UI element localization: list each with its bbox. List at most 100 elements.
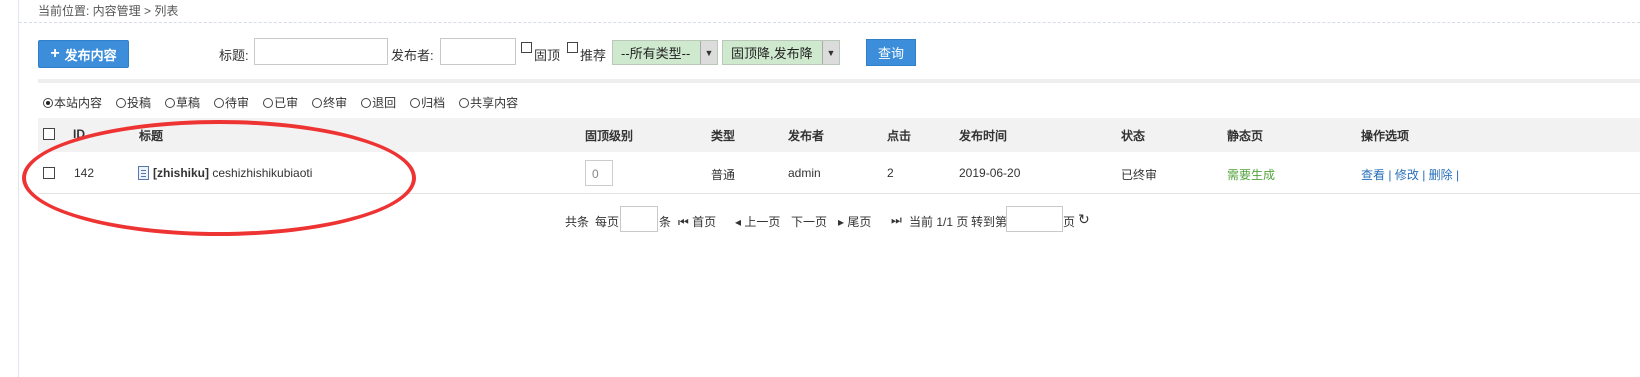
- row-title-prefix: [zhishiku]: [153, 166, 209, 180]
- header-top-level: 固顶级别: [585, 129, 634, 143]
- top-checkbox-label: 固顶: [534, 48, 561, 63]
- filter-radio-1[interactable]: 投稿: [116, 94, 151, 111]
- filter-radio-8[interactable]: 共享内容: [459, 94, 518, 111]
- row-divider: [38, 193, 1640, 194]
- breadcrumb-divider: [19, 22, 1640, 23]
- recommend-checkbox-label: 推荐: [580, 48, 607, 63]
- publish-content-label: 发布内容: [64, 47, 117, 63]
- pager-page-unit: 页: [1063, 215, 1076, 229]
- row-publisher: admin: [788, 166, 821, 180]
- action-separator: |: [1388, 168, 1392, 182]
- radio-circle-icon: [116, 97, 127, 108]
- edit-link[interactable]: 修改: [1395, 168, 1419, 182]
- header-clicks: 点击: [887, 129, 912, 143]
- filter-radio-label: 草稿: [176, 96, 201, 110]
- chevron-down-icon: ▼: [700, 41, 717, 64]
- last-page-link[interactable]: ▸ 尾页: [838, 213, 871, 230]
- radio-circle-icon: [263, 97, 274, 108]
- sort-select-value: 固顶降,发布降: [731, 46, 813, 61]
- filter-radio-label: 待审: [225, 96, 250, 110]
- sort-select[interactable]: 固顶降,发布降 ▼: [722, 40, 840, 65]
- next-page-icon: ▸: [838, 215, 845, 229]
- recommend-checkbox[interactable]: [567, 42, 578, 53]
- top-checkbox[interactable]: [521, 42, 532, 53]
- row-id: 142: [74, 166, 95, 180]
- delete-link[interactable]: 删除: [1429, 168, 1453, 182]
- header-id: ID: [73, 127, 85, 141]
- action-separator: |: [1422, 168, 1426, 182]
- radio-circle-icon: [410, 97, 421, 108]
- filter-radio-7[interactable]: 归档: [410, 94, 445, 111]
- type-select-value: --所有类型--: [621, 46, 691, 61]
- goto-page-input[interactable]: [1006, 206, 1063, 232]
- filter-radio-5[interactable]: 终审: [312, 94, 347, 111]
- radio-circle-icon: [214, 97, 225, 108]
- row-status: 已终审: [1121, 168, 1158, 182]
- filter-radio-2[interactable]: 草稿: [165, 94, 200, 111]
- row-static-page-status[interactable]: 需要生成: [1227, 166, 1275, 183]
- filter-radio-label: 投稿: [127, 96, 152, 110]
- last-page-icon[interactable]: ⏭: [891, 213, 902, 228]
- pager-unit: 条: [659, 215, 672, 229]
- last-page-label: 尾页: [847, 215, 872, 229]
- breadcrumb: 当前位置: 内容管理 > 列表: [38, 4, 179, 18]
- content-source-radio-group: 本站内容 投稿 草稿 待审 已审 终审 退回 归档 共享内容: [43, 94, 532, 111]
- filter-radio-label: 本站内容: [54, 96, 103, 110]
- top-level-input[interactable]: 0: [585, 160, 613, 186]
- pager-per-page-label: 每页: [595, 215, 620, 229]
- title-filter-label: 标题:: [219, 48, 249, 63]
- filter-radio-label: 终审: [323, 96, 348, 110]
- header-publish-time: 发布时间: [959, 129, 1008, 143]
- radio-circle-icon: [43, 97, 53, 108]
- prev-page-label: 上一页: [744, 215, 781, 229]
- filter-radio-label: 已审: [274, 96, 299, 110]
- row-checkbox[interactable]: [43, 167, 55, 179]
- next-page-link[interactable]: 下一页: [791, 213, 827, 230]
- row-title-text: ceshizhishikubiaoti: [212, 166, 313, 180]
- title-filter-input[interactable]: [254, 38, 388, 65]
- next-page-label: 下一页: [791, 215, 828, 229]
- chevron-down-icon: ▼: [822, 41, 839, 64]
- pager-current: 当前 1/1 页: [909, 215, 969, 229]
- prev-page-link[interactable]: ◂ 上一页: [735, 213, 780, 230]
- filter-radio-label: 归档: [421, 96, 446, 110]
- page-left-border: [18, 0, 19, 377]
- radio-circle-icon: [361, 97, 372, 108]
- first-page-icon: ⏮: [678, 215, 689, 229]
- header-static-page: 静态页: [1227, 129, 1264, 143]
- pager-goto-label: 转到第: [971, 215, 1008, 229]
- prev-page-icon: ◂: [735, 215, 742, 229]
- filter-radio-label: 共享内容: [470, 96, 519, 110]
- filter-radio-6[interactable]: 退回: [361, 94, 396, 111]
- header-actions: 操作选项: [1361, 129, 1410, 143]
- view-link[interactable]: 查看: [1361, 168, 1385, 182]
- type-select[interactable]: --所有类型-- ▼: [612, 40, 718, 65]
- filter-radio-0[interactable]: 本站内容: [43, 94, 102, 111]
- pager-total: 共条: [565, 215, 590, 229]
- header-publisher: 发布者: [788, 129, 825, 143]
- first-page-link[interactable]: ⏮ 首页: [678, 213, 716, 230]
- select-all-checkbox[interactable]: [43, 128, 55, 140]
- toolbar-divider: [38, 79, 1640, 83]
- plus-icon: +: [50, 45, 60, 62]
- per-page-input[interactable]: [620, 206, 658, 232]
- publisher-filter-input[interactable]: [440, 38, 516, 65]
- header-type: 类型: [711, 129, 736, 143]
- first-page-label: 首页: [692, 215, 717, 229]
- header-status: 状态: [1121, 129, 1146, 143]
- publish-content-button[interactable]: + 发布内容: [38, 40, 129, 68]
- row-title-link[interactable]: [zhishiku] ceshizhishikubiaoti: [153, 166, 312, 180]
- action-separator: |: [1456, 168, 1460, 182]
- row-clicks: 2: [887, 166, 894, 180]
- radio-circle-icon: [165, 97, 176, 108]
- row-publish-time: 2019-06-20: [959, 166, 1021, 180]
- radio-circle-icon: [459, 97, 470, 108]
- filter-radio-label: 退回: [372, 96, 397, 110]
- publisher-filter-label: 发布者:: [391, 48, 434, 63]
- row-type: 普通: [711, 168, 736, 182]
- refresh-icon[interactable]: ↻: [1078, 211, 1090, 228]
- radio-circle-icon: [312, 97, 323, 108]
- filter-radio-3[interactable]: 待审: [214, 94, 249, 111]
- filter-radio-4[interactable]: 已审: [263, 94, 298, 111]
- query-button[interactable]: 查询: [866, 39, 916, 66]
